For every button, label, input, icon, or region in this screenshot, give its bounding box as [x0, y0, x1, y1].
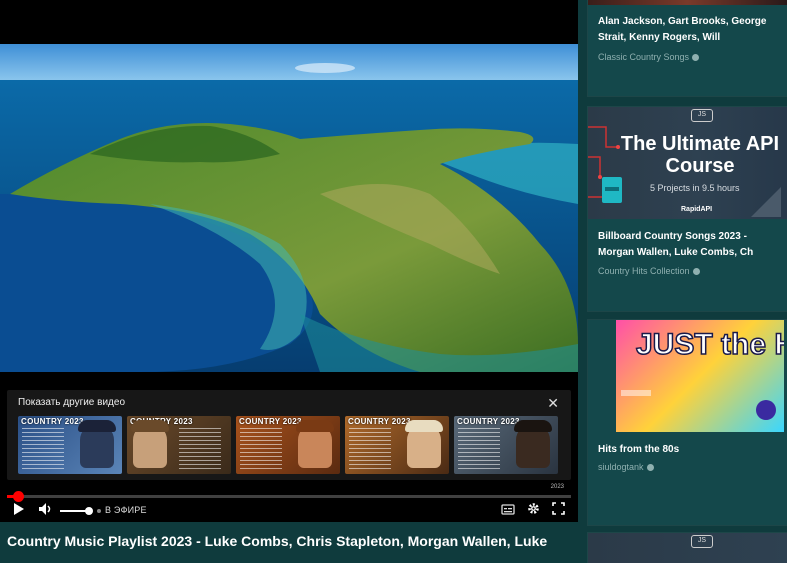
volume-icon[interactable]: [38, 502, 54, 521]
thumb-title: COUNTRY 2023: [239, 417, 302, 426]
grid-graphic: [751, 187, 781, 217]
suggested-video-thumbnail[interactable]: COUNTRY 2023: [454, 416, 558, 474]
recommendation-card[interactable]: Alan Jackson, Gart Brooks, George Strait…: [588, 0, 787, 96]
channel-name-label: siuldogtank: [598, 462, 644, 472]
gear-icon[interactable]: [527, 502, 540, 520]
close-icon[interactable]: ✕: [547, 395, 559, 412]
channel-name[interactable]: siuldogtank: [598, 462, 654, 472]
tracklist-lines: [240, 428, 282, 470]
tracklist-lines: [22, 428, 64, 470]
video-title[interactable]: Country Music Playlist 2023 - Luke Combs…: [7, 533, 585, 549]
live-dot: [97, 508, 101, 513]
channel-name-label: Classic Country Songs: [598, 52, 690, 62]
fullscreen-icon[interactable]: [552, 502, 565, 520]
suggested-video-thumbnail[interactable]: COUNTRY 2023: [127, 416, 231, 474]
thumbnail-heading: The Ultimate API Course: [620, 133, 780, 177]
tracklist-lines: [458, 428, 500, 470]
tracklist-lines: [349, 428, 391, 470]
video-title[interactable]: Hits from the 80s: [598, 442, 778, 458]
channel-name[interactable]: Classic Country Songs: [598, 52, 700, 62]
video-thumbnail[interactable]: JS The Ultimate API Course 5 Projects in…: [588, 107, 787, 219]
tracklist-lines: [179, 428, 221, 470]
thumb-title: COUNTRY 2023: [457, 417, 520, 426]
recommendation-card[interactable]: JUST the HITS 80s Hits from the 80s siul…: [588, 320, 787, 525]
channel-name[interactable]: Country Hits Collection: [598, 266, 700, 276]
play-icon[interactable]: [13, 502, 25, 521]
thumb-title: COUNTRY 2023: [348, 417, 411, 426]
more-videos-panel: Показать другие видео ✕ COUNTRY 2023 COU…: [7, 390, 571, 480]
live-label: В ЭФИРЕ: [105, 505, 147, 515]
live-indicator: В ЭФИРЕ: [97, 505, 147, 515]
video-thumbnail[interactable]: JUST the HITS 80s: [616, 320, 787, 432]
suggested-video-thumbnail[interactable]: COUNTRY 2023: [236, 416, 340, 474]
progress-bar[interactable]: [7, 491, 571, 502]
thumbnail-brand: RapidAPI: [681, 206, 713, 213]
verified-icon: [692, 54, 700, 62]
hits-80s-graphic: JUST the HITS 80s: [621, 327, 787, 420]
progress-track: [7, 495, 571, 498]
subtitles-icon[interactable]: [501, 502, 515, 520]
video-title[interactable]: Alan Jackson, Gart Brooks, George Strait…: [598, 14, 778, 46]
video-title[interactable]: Billboard Country Songs 2023 - Morgan Wa…: [598, 229, 778, 261]
js-badge: JS: [691, 535, 713, 548]
video-thumbnail[interactable]: JS: [588, 533, 787, 563]
recommendations-sidebar: Alan Jackson, Gart Brooks, George Strait…: [588, 0, 787, 563]
more-videos-title: Показать другие видео: [18, 397, 126, 408]
js-badge: JS: [691, 109, 713, 122]
player-controls: В ЭФИРЕ: [0, 500, 578, 522]
video-thumbnail[interactable]: [588, 0, 787, 5]
channel-name-label: Country Hits Collection: [598, 266, 690, 276]
verified-icon: [646, 464, 654, 472]
suggested-video-thumbnail[interactable]: COUNTRY 2023: [345, 416, 449, 474]
verified-icon: [692, 268, 700, 276]
artist-cap: [296, 420, 334, 432]
artist-cap: [405, 420, 443, 432]
thumb-title: COUNTRY 2023: [21, 417, 84, 426]
volume-knob[interactable]: [85, 507, 93, 515]
suggested-video-thumbnail[interactable]: COUNTRY 2023: [18, 416, 122, 474]
island-scene: [0, 44, 578, 372]
video-frame[interactable]: [0, 44, 578, 372]
video-player[interactable]: Показать другие видео ✕ COUNTRY 2023 COU…: [0, 0, 578, 522]
recommendation-card[interactable]: JS The Ultimate API Course 5 Projects in…: [588, 107, 787, 311]
thumbnail-subheading: 5 Projects in 9.5 hours: [650, 183, 740, 193]
recommendation-card[interactable]: JS: [588, 533, 787, 563]
artist-cap: [131, 420, 169, 432]
artist-cap: [78, 420, 116, 432]
thumbnail-heading: JUST the HITS 80s: [636, 328, 784, 361]
time-label: 2023: [550, 484, 564, 490]
artist-cap: [514, 420, 552, 432]
